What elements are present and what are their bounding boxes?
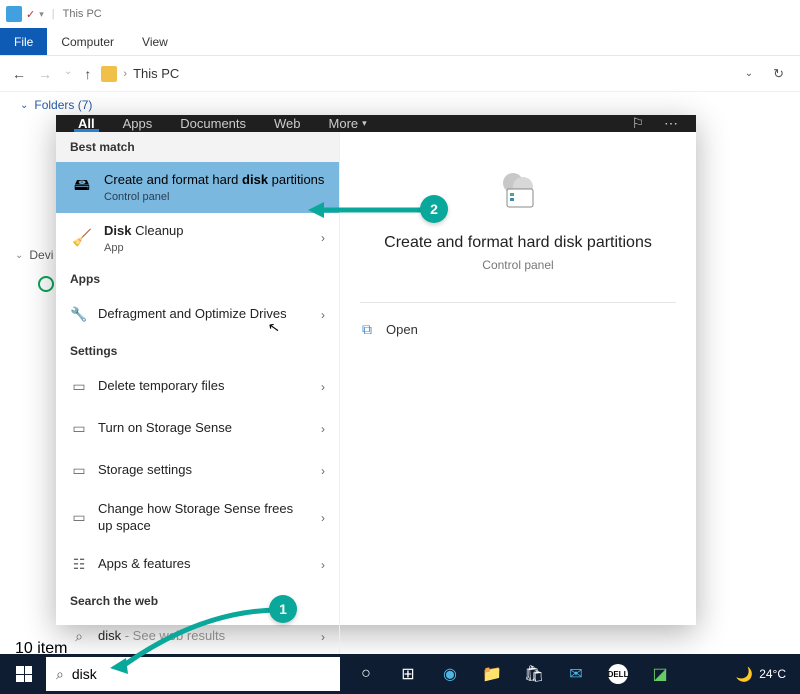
preview-subtitle: Control panel	[360, 258, 676, 272]
result-title: Delete temporary files	[98, 378, 311, 395]
preview-title: Create and format hard disk partitions	[360, 234, 676, 252]
ribbon: File Computer View	[0, 28, 800, 56]
system-tray[interactable]: 🌙 24°C	[736, 666, 796, 683]
taskbar: ⌕ ○ ⊞ ◉ 📁 🛍 ✉ DELL ◪ 🌙 24°C	[0, 654, 800, 694]
chevron-right-icon[interactable]: ›	[321, 380, 325, 394]
chevron-down-icon: ⌄	[20, 100, 28, 111]
result-title: disk - See web results	[98, 628, 311, 645]
edge-icon[interactable]: ◉	[430, 654, 470, 694]
result-disk-cleanup[interactable]: 🧹 Disk Cleanup App ›	[56, 213, 339, 264]
action-label: Open	[386, 322, 418, 337]
qat-check-icon: ✓	[26, 8, 35, 21]
search-tab-all[interactable]: All	[64, 115, 109, 132]
chevron-right-icon[interactable]: ›	[321, 422, 325, 436]
chevron-right-icon[interactable]: ›	[321, 308, 325, 322]
search-tab-documents[interactable]: Documents	[166, 115, 260, 132]
storage-icon: ▭	[70, 417, 88, 441]
ribbon-tab-view[interactable]: View	[128, 28, 182, 55]
chevron-right-icon[interactable]: ›	[123, 68, 127, 80]
start-button[interactable]	[4, 654, 44, 694]
result-title: Storage settings	[98, 462, 311, 479]
folder-icon	[101, 66, 117, 82]
section-apps: Apps	[56, 264, 339, 294]
result-title: Change how Storage Sense frees up space	[98, 501, 311, 535]
search-tab-more[interactable]: More▾	[315, 115, 381, 132]
defrag-icon: 🔧	[70, 303, 88, 327]
ribbon-tab-computer[interactable]: Computer	[47, 28, 128, 55]
chevron-right-icon[interactable]: ›	[321, 511, 325, 525]
result-web-search[interactable]: ⌕ disk - See web results ›	[56, 616, 339, 658]
search-tab-web[interactable]: Web	[260, 115, 315, 132]
chevron-down-icon: ▾	[362, 118, 367, 129]
chevron-right-icon[interactable]: ›	[321, 464, 325, 478]
explorer-icon[interactable]: 📁	[472, 654, 512, 694]
search-icon: ⌕	[56, 666, 64, 683]
weather-icon: 🌙	[736, 666, 753, 683]
result-defrag[interactable]: 🔧 Defragment and Optimize Drives ›	[56, 294, 339, 336]
nav-back-icon[interactable]: ←	[12, 66, 26, 82]
result-title: Defragment and Optimize Drives	[98, 306, 311, 323]
chevron-right-icon[interactable]: ›	[321, 231, 325, 245]
result-subtitle: Control panel	[104, 191, 325, 203]
store-icon[interactable]: 🛍	[514, 654, 554, 694]
taskview-icon[interactable]: ⊞	[388, 654, 428, 694]
refresh-icon[interactable]: ↻	[773, 66, 784, 82]
taskbar-search-box[interactable]: ⌕	[46, 657, 340, 691]
partition-icon	[490, 162, 546, 218]
result-best-match[interactable]: 🖴 Create and format hard disk partitions…	[56, 162, 339, 213]
nav-forward-icon: →	[38, 66, 52, 82]
apps-icon: ☷	[70, 553, 88, 577]
mail-icon[interactable]: ✉	[556, 654, 596, 694]
result-title: Disk Cleanup	[104, 223, 311, 240]
search-preview-pane: Create and format hard disk partitions C…	[340, 132, 696, 658]
chevron-down-icon: ⌄	[15, 250, 23, 261]
search-tab-apps[interactable]: Apps	[109, 115, 167, 132]
chevron-right-icon[interactable]: ›	[321, 630, 325, 644]
explorer-titlebar: ✓ ▾ | This PC	[0, 0, 800, 28]
result-delete-temp[interactable]: ▭ Delete temporary files ›	[56, 366, 339, 408]
storage-icon: ▭	[70, 375, 88, 399]
devices-group-header[interactable]: ⌄ Devi	[15, 248, 53, 262]
qat-dropdown-icon[interactable]: ▾	[39, 9, 44, 20]
section-web: Search the web	[56, 586, 339, 616]
dell-icon[interactable]: DELL	[598, 654, 638, 694]
sync-status-icon	[38, 276, 54, 292]
chevron-right-icon[interactable]: ›	[321, 558, 325, 572]
result-title: Create and format hard disk partitions	[104, 172, 325, 189]
storage-icon: ▭	[70, 459, 88, 483]
partition-icon: 🖴	[70, 175, 94, 199]
search-icon: ⌕	[70, 625, 88, 649]
result-storage-settings[interactable]: ▭ Storage settings ›	[56, 450, 339, 492]
window-title: This PC	[63, 8, 102, 20]
result-title: Turn on Storage Sense	[98, 420, 311, 437]
search-results-list: Best match 🖴 Create and format hard disk…	[56, 132, 340, 658]
addr-dropdown-icon[interactable]: ⌄	[745, 68, 753, 79]
cleanup-icon: 🧹	[70, 226, 94, 250]
open-icon: ⧉	[362, 321, 372, 338]
search-tabs: All Apps Documents Web More▾ ⚐ ⋯	[56, 115, 696, 132]
search-panel: All Apps Documents Web More▾ ⚐ ⋯ Best ma…	[56, 115, 696, 625]
preview-open-action[interactable]: ⧉ Open	[360, 315, 676, 344]
weather-temp: 24°C	[759, 667, 786, 681]
section-settings: Settings	[56, 336, 339, 366]
app-icon[interactable]: ◪	[640, 654, 680, 694]
storage-icon: ▭	[70, 506, 88, 530]
result-storage-change[interactable]: ▭ Change how Storage Sense frees up spac…	[56, 492, 339, 544]
result-subtitle: App	[104, 242, 311, 254]
result-storage-sense[interactable]: ▭ Turn on Storage Sense ›	[56, 408, 339, 450]
taskbar-search-input[interactable]	[72, 666, 330, 682]
address-bar: ← → ⌄ ↑ › This PC ⌄ ↻	[0, 56, 800, 92]
result-apps-features[interactable]: ☷ Apps & features ›	[56, 544, 339, 586]
windows-logo-icon	[16, 666, 32, 682]
section-best-match: Best match	[56, 132, 339, 162]
divider	[360, 302, 676, 303]
more-options-icon[interactable]: ⋯	[654, 115, 688, 132]
nav-up-icon[interactable]: ↑	[84, 66, 91, 82]
result-title: Apps & features	[98, 556, 311, 573]
cortana-icon[interactable]: ○	[346, 654, 386, 694]
breadcrumb[interactable]: This PC	[133, 66, 179, 81]
ribbon-tab-file[interactable]: File	[0, 28, 47, 55]
explorer-icon	[6, 6, 22, 22]
feedback-icon[interactable]: ⚐	[621, 115, 654, 132]
